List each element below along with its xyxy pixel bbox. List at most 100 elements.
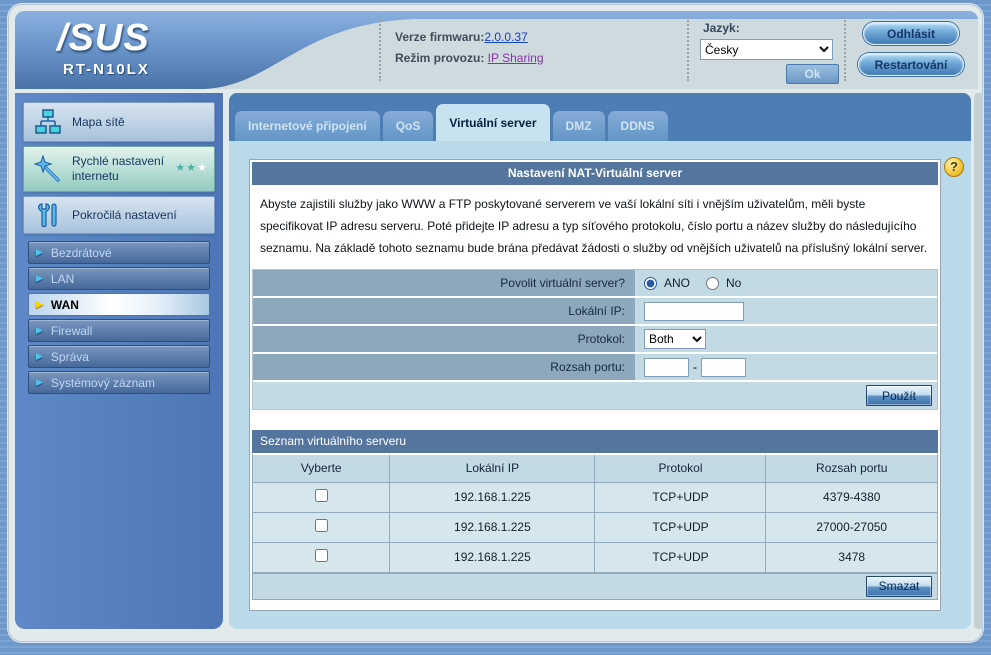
enable-yes-label: ANO xyxy=(664,276,690,290)
logout-button[interactable]: Odhlásit xyxy=(863,22,959,45)
tab-ddns[interactable]: DDNS xyxy=(608,111,668,141)
table-header-row: Vyberte Lokální IP Protokol Rozsah portu xyxy=(253,455,937,482)
operation-mode-link[interactable]: IP Sharing xyxy=(488,51,544,65)
sidebar-item-label: Správa xyxy=(51,350,89,364)
tab-bar: Internetové připojení QoS Virtuální serv… xyxy=(229,93,971,141)
table-row: 192.168.1.225 TCP+UDP 27000-27050 xyxy=(253,512,937,542)
sidebar-item-label: Mapa sítě xyxy=(72,115,125,129)
port-separator: - xyxy=(693,360,697,374)
tab-dmz[interactable]: DMZ xyxy=(553,111,605,141)
help-icon[interactable]: ? xyxy=(944,157,964,177)
sidebar-item-label: WAN xyxy=(51,298,79,312)
virtual-server-table: Vyberte Lokální IP Protokol Rozsah portu… xyxy=(253,455,937,573)
cell-port-range: 4379-4380 xyxy=(766,482,937,512)
virtual-server-list: Seznam virtuálního serveru Vyberte Lokál… xyxy=(252,430,938,600)
sidebar-item-label: Bezdrátové xyxy=(51,246,112,260)
operation-mode-label: Režim provozu: xyxy=(395,51,488,65)
cell-local-ip: 192.168.1.225 xyxy=(390,542,595,572)
enable-no-label: No xyxy=(726,276,741,290)
sidebar-item-system-log[interactable]: ▶ Systémový záznam xyxy=(28,371,210,394)
language-ok-button[interactable]: Ok xyxy=(786,64,839,84)
arrow-right-icon: ▶ xyxy=(36,299,43,310)
sidebar-item-administration[interactable]: ▶ Správa xyxy=(28,345,210,368)
sidebar-item-label: Firewall xyxy=(51,324,92,338)
magic-wand-icon xyxy=(34,155,62,183)
header-divider xyxy=(687,17,689,81)
quick-setup-stars-icon: ★★★ xyxy=(175,161,208,174)
enable-yes-radio[interactable] xyxy=(644,277,657,290)
cell-protocol: TCP+UDP xyxy=(595,542,766,572)
cell-port-range: 27000-27050 xyxy=(766,512,937,542)
row-select-checkbox[interactable] xyxy=(315,549,328,562)
sidebar-item-firewall[interactable]: ▶ Firewall xyxy=(28,319,210,342)
enable-label: Povolit virtuální server? xyxy=(253,270,635,296)
table-row: 192.168.1.225 TCP+UDP 3478 xyxy=(253,542,937,572)
tab-qos[interactable]: QoS xyxy=(383,111,434,141)
port-range-label: Rozsah portu: xyxy=(253,354,635,380)
sidebar-item-quick-internet-setup[interactable]: Rychlé nastavení internetu ★★★ xyxy=(23,146,215,192)
page-title: Nastavení NAT-Virtuální server xyxy=(252,162,938,185)
arrow-right-icon: ▶ xyxy=(36,377,43,388)
cell-local-ip: 192.168.1.225 xyxy=(390,482,595,512)
header-curve-decoration xyxy=(205,11,978,89)
port-to-input[interactable] xyxy=(701,358,746,377)
port-from-input[interactable] xyxy=(644,358,689,377)
form-row-protocol: Protokol: Both xyxy=(253,326,937,354)
local-ip-input[interactable] xyxy=(644,302,744,321)
list-button-row: Smazat xyxy=(253,573,937,599)
firmware-label: Verze firmwaru: xyxy=(395,30,484,44)
table-row: 192.168.1.225 TCP+UDP 4379-4380 xyxy=(253,482,937,512)
arrow-right-icon: ▶ xyxy=(36,351,43,362)
cell-local-ip: 192.168.1.225 xyxy=(390,512,595,542)
tab-internet-connection[interactable]: Internetové připojení xyxy=(235,111,380,141)
description-text: Abyste zajistili služby jako WWW a FTP p… xyxy=(252,185,938,269)
cell-protocol: TCP+UDP xyxy=(595,512,766,542)
row-select-checkbox[interactable] xyxy=(315,519,328,532)
sidebar-item-wireless[interactable]: ▶ Bezdrátové xyxy=(28,241,210,264)
sidebar-item-label: LAN xyxy=(51,272,74,286)
language-select[interactable]: Česky xyxy=(700,39,833,60)
protocol-select[interactable]: Both xyxy=(644,329,706,349)
delete-button[interactable]: Smazat xyxy=(866,576,932,597)
sidebar-item-network-map[interactable]: Mapa sítě xyxy=(23,102,215,142)
scrollbar-gutter xyxy=(974,93,983,629)
app-container: /SUS RT-N10LX Verze firmwaru:2.0.0.37 Re… xyxy=(8,4,983,642)
firmware-info: Verze firmwaru:2.0.0.37 Režim provozu: I… xyxy=(395,27,544,69)
sidebar-subnav: ▶ Bezdrátové ▶ LAN ▶ WAN ▶ Firewall ▶ Sp… xyxy=(28,241,210,397)
form-row-enable: Povolit virtuální server? ANO No xyxy=(253,270,937,298)
network-map-icon xyxy=(34,108,62,136)
sidebar-item-wan[interactable]: ▶ WAN xyxy=(28,293,210,316)
router-model: RT-N10LX xyxy=(63,61,150,78)
arrow-right-icon: ▶ xyxy=(36,247,43,258)
header-divider xyxy=(844,17,846,81)
tools-icon xyxy=(34,201,62,229)
settings-box: Nastavení NAT-Virtuální server Abyste za… xyxy=(249,159,941,611)
column-header-port-range: Rozsah portu xyxy=(766,455,937,482)
arrow-right-icon: ▶ xyxy=(36,325,43,336)
form-row-port-range: Rozsah portu: - xyxy=(253,354,937,382)
arrow-right-icon: ▶ xyxy=(36,273,43,284)
header: /SUS RT-N10LX Verze firmwaru:2.0.0.37 Re… xyxy=(15,11,978,89)
form-button-row: Použít xyxy=(253,382,937,409)
cell-port-range: 3478 xyxy=(766,542,937,572)
firmware-version-link[interactable]: 2.0.0.37 xyxy=(484,30,527,44)
row-select-checkbox[interactable] xyxy=(315,489,328,502)
enable-no-radio[interactable] xyxy=(706,277,719,290)
sidebar-item-lan[interactable]: ▶ LAN xyxy=(28,267,210,290)
sidebar-item-advanced-settings[interactable]: Pokročilá nastavení xyxy=(23,196,215,234)
asus-logo: /SUS xyxy=(57,17,150,60)
tab-virtual-server[interactable]: Virtuální server xyxy=(436,104,549,141)
header-divider xyxy=(379,17,381,81)
cell-protocol: TCP+UDP xyxy=(595,482,766,512)
column-header-select: Vyberte xyxy=(253,455,390,482)
column-header-protocol: Protokol xyxy=(595,455,766,482)
sidebar: Mapa sítě Rychlé nastavení internetu ★★★… xyxy=(15,93,223,629)
reboot-button[interactable]: Restartování xyxy=(858,53,964,76)
apply-button[interactable]: Použít xyxy=(866,385,932,406)
form-row-local-ip: Lokální IP: xyxy=(253,298,937,326)
language-label: Jazyk: xyxy=(703,21,740,35)
main-panel: Internetové připojení QoS Virtuální serv… xyxy=(229,93,971,629)
list-title: Seznam virtuálního serveru xyxy=(252,430,938,453)
content-area: ? Nastavení NAT-Virtuální server Abyste … xyxy=(229,141,971,629)
protocol-label: Protokol: xyxy=(253,326,635,352)
